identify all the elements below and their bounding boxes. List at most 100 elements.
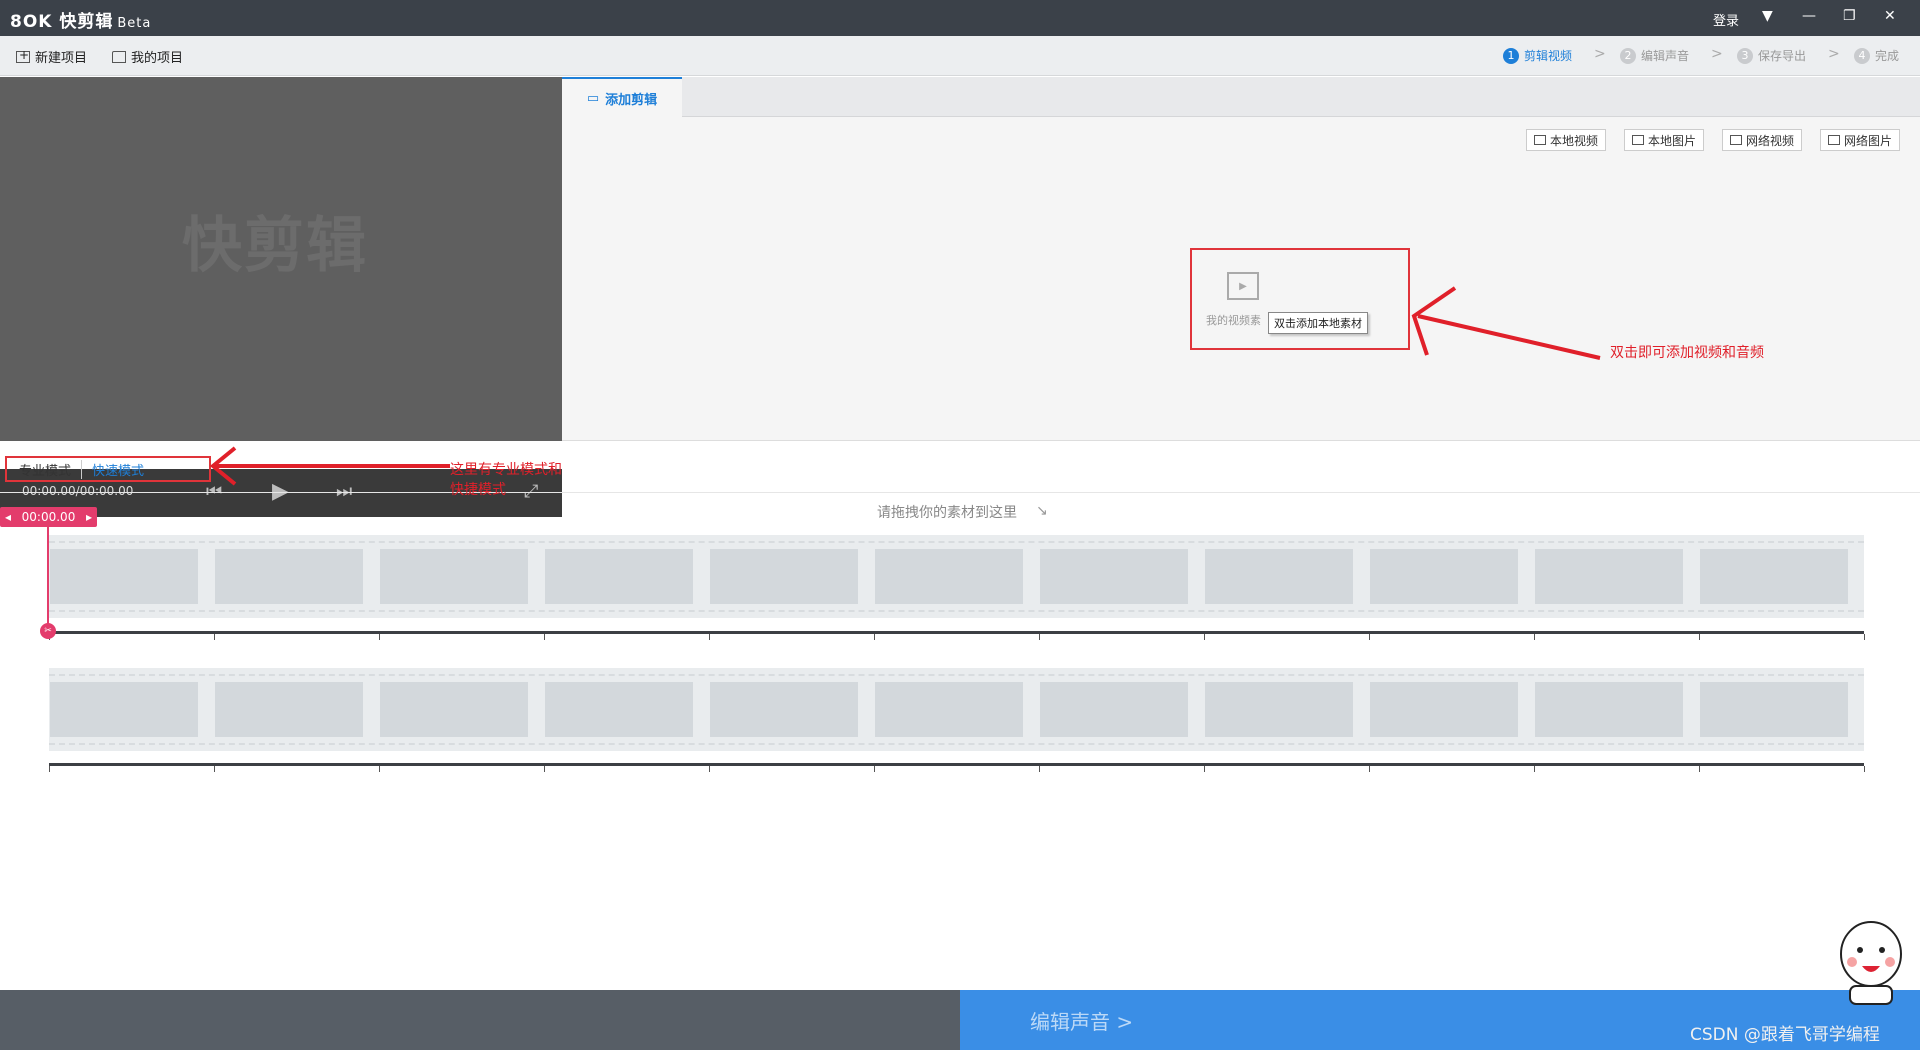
step-number: 1 [1503,47,1519,64]
clip-placeholder [50,682,198,737]
title-bar: 8OK 快剪辑 Beta 登录 ▼ — ❐ ✕ [0,0,1920,36]
timeline-ruler [49,763,1865,772]
video-preview[interactable]: 快剪辑 00:00.00/00:00.00 ⏮ ▶ ⏭ ⤢ [0,77,562,517]
clip-placeholder [1205,682,1353,737]
ruler-tick [544,634,545,640]
ruler-tick [379,766,380,772]
step-number: 4 [1854,47,1870,64]
image-icon [1632,135,1644,145]
tab-add-clip-label: 添加剪辑 [605,92,658,108]
ruler-tick [1534,766,1535,772]
clip-placeholder [875,682,1023,737]
ruler-tick [709,634,710,640]
clip-placeholder [380,682,528,737]
minimize-icon[interactable]: — [1802,8,1816,24]
step-edit-video[interactable]: 1 剪辑视频 [1503,47,1572,64]
source-watermark: CSDN @跟着飞哥学编程 [1690,1025,1880,1045]
step-label: 编辑声音 [1641,49,1690,63]
ruler-tick [544,766,545,772]
clip-placeholder [50,549,198,604]
step-edit-audio[interactable]: 2 编辑声音 [1620,47,1689,64]
dropdown-menu-icon[interactable]: ▼ [1762,8,1773,24]
clip-placeholder [1040,682,1188,737]
playhead[interactable]: ◂ 00:00.00 ▸ [0,507,97,527]
step-arrow-icon: > [1828,46,1840,62]
ruler-tick [1699,766,1700,772]
clip-placeholder [710,682,858,737]
ruler-tick [874,634,875,640]
fast-mode-tab[interactable]: 快速模式 [82,460,154,479]
close-icon[interactable]: ✕ [1884,8,1896,24]
ruler-tick [1864,766,1865,772]
web-video-label: 网络视频 [1746,133,1795,148]
new-project-icon [16,48,30,63]
next-step-label: 编辑声音 > [1030,1009,1134,1034]
local-video-label: 本地视频 [1550,133,1599,148]
image-icon [1828,135,1840,145]
annotation-arrow [209,446,450,486]
timeline-ruler [49,631,1865,640]
new-project-label: 新建项目 [35,51,88,66]
tooltip: 双击添加本地素材 [1268,312,1368,334]
main-toolbar: 新建项目 我的项目 1 剪辑视频 > 2 编辑声音 > 3 保存导出 > 4 完… [0,36,1920,76]
new-project-button[interactable]: 新建项目 [16,47,87,66]
clip-placeholder [1040,549,1188,604]
restore-icon[interactable]: ❐ [1843,8,1856,24]
local-image-label: 本地图片 [1648,133,1697,148]
web-image-label: 网络图片 [1844,133,1893,148]
ruler-tick [709,766,710,772]
folder-icon [112,50,126,63]
clip-placeholder [380,549,528,604]
clip-placeholder [545,549,693,604]
web-image-button[interactable]: 网络图片 [1820,129,1901,151]
ruler-tick [214,766,215,772]
clip-placeholder [215,682,363,737]
clip-placeholder [710,549,858,604]
step-save-export[interactable]: 3 保存导出 [1737,47,1806,64]
ruler-tick [1369,766,1370,772]
local-video-button[interactable]: 本地视频 [1526,129,1607,151]
ruler-tick [1369,634,1370,640]
clip-placeholder [1535,549,1683,604]
annotation-arrow [1411,286,1601,360]
materials-tab-bar: ▭ 添加剪辑 [562,77,1920,117]
step-number: 3 [1737,47,1753,64]
clip-placeholder [1370,682,1518,737]
step-number: 2 [1620,47,1636,64]
app-name: 8OK 快剪辑 [10,12,114,32]
playhead-left-icon[interactable]: ◂ [5,510,11,524]
curved-arrow-icon: ↘ [1036,503,1048,519]
audio-track[interactable] [49,668,1864,751]
ruler-tick [1534,634,1535,640]
video-track[interactable] [49,535,1864,618]
ruler-tick [1864,634,1865,640]
step-finish[interactable]: 4 完成 [1854,47,1899,64]
scissors-icon[interactable]: ✂ [40,623,56,639]
local-image-button[interactable]: 本地图片 [1624,129,1705,151]
mode-annotation-line2: 快捷模式 [450,482,506,498]
clip-placeholder [1700,549,1848,604]
playhead-line[interactable] [47,527,49,629]
drop-hint: 请拖拽你的素材到这里 [877,505,1017,521]
add-annotation: 双击即可添加视频和音频 [1610,345,1764,361]
annotation-highlight-box [1190,248,1410,350]
login-link[interactable]: 登录 [1713,10,1739,29]
beta-badge: Beta [117,16,152,31]
tab-add-clip[interactable]: ▭ 添加剪辑 [562,77,682,117]
mascot-sticker [1840,921,1902,1005]
my-projects-label: 我的项目 [131,51,184,66]
playhead-right-icon[interactable]: ▸ [86,510,92,524]
ruler-tick [874,766,875,772]
my-video-label[interactable]: 我的视频素 [1206,312,1261,328]
my-projects-button[interactable]: 我的项目 [112,47,183,66]
web-video-button[interactable]: 网络视频 [1722,129,1803,151]
pro-mode-tab[interactable]: 专业模式 [7,459,83,479]
materials-panel: ▭ 添加剪辑 本地视频 本地图片 网络视频 网络图片 [562,77,1920,441]
mode-annotation-line1: 这里有专业模式和 [450,462,562,478]
ruler-tick [379,634,380,640]
divider [0,492,1920,493]
clip-placeholder [1535,682,1683,737]
clip-placeholder [1700,682,1848,737]
clip-placeholder [545,682,693,737]
film-icon[interactable]: ▶ [1227,272,1259,300]
